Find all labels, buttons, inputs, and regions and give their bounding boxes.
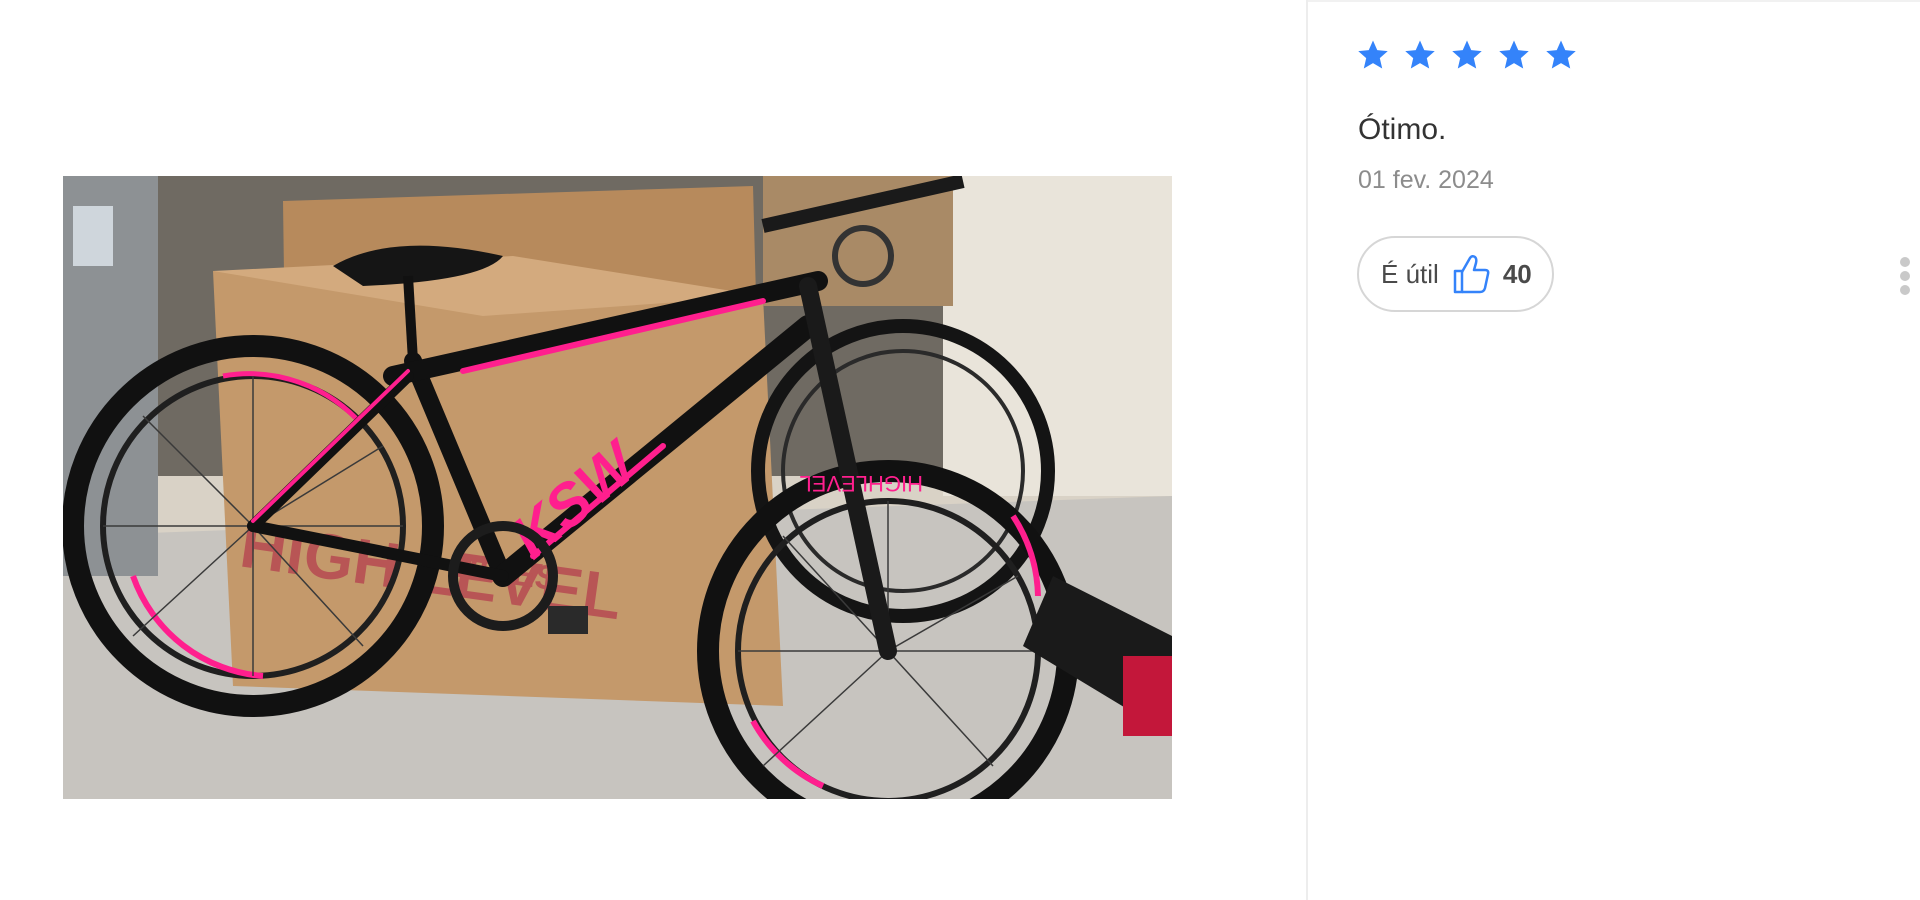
thumbs-up-icon	[1453, 254, 1490, 294]
star-icon	[1405, 40, 1435, 69]
star-icon	[1546, 40, 1576, 69]
more-dot	[1900, 257, 1910, 267]
rating-stars	[1356, 38, 1578, 72]
review-panel: Ótimo. 01 fev. 2024 É útil 40	[1308, 0, 1920, 900]
more-dot	[1900, 271, 1910, 281]
more-vertical-icon[interactable]	[1900, 257, 1912, 299]
review-title: Ótimo.	[1358, 113, 1447, 146]
star-icon	[1452, 40, 1482, 69]
useful-button[interactable]: É útil 40	[1357, 236, 1554, 312]
useful-count: 40	[1502, 258, 1532, 289]
star-icon	[1358, 40, 1388, 69]
bicycle-photo: HIGH LEVEL BIKES	[63, 176, 1172, 799]
rim-text: HIGHLEVEL	[800, 471, 924, 496]
media-pane: HIGH LEVEL BIKES	[0, 0, 1306, 900]
review-viewer: HIGH LEVEL BIKES	[0, 0, 1920, 900]
review-date: 01 fev. 2024	[1358, 166, 1494, 194]
review-photo[interactable]: HIGH LEVEL BIKES	[63, 176, 1172, 799]
more-dot	[1900, 285, 1910, 295]
star-icon	[1499, 40, 1529, 69]
useful-label: É útil	[1381, 258, 1439, 289]
